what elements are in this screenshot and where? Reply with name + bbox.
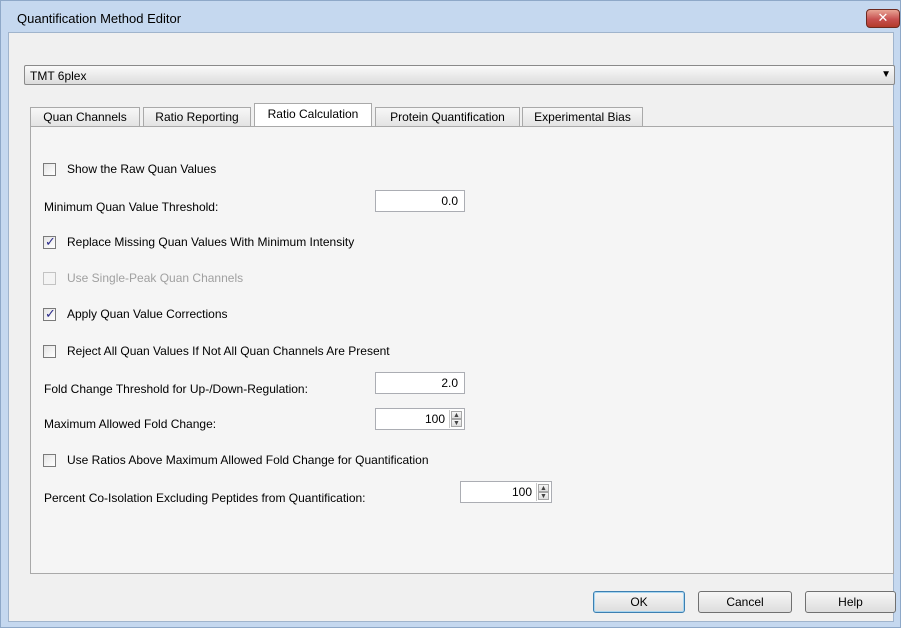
tab-experimental-bias[interactable]: Experimental Bias	[522, 107, 643, 126]
chevron-down-icon: ▼	[881, 69, 891, 80]
fold-threshold-label: Fold Change Threshold for Up-/Down-Regul…	[44, 382, 308, 396]
max-fold-value: 100	[424, 412, 445, 426]
co-isolation-spin[interactable]: ▲ ▼	[536, 483, 550, 501]
fold-threshold-input[interactable]: 2.0	[375, 372, 465, 394]
single-peak-checkbox	[43, 272, 56, 285]
tab-protein-quantification[interactable]: Protein Quantification	[375, 107, 520, 126]
spin-down-icon[interactable]: ▼	[538, 492, 549, 500]
co-isolation-stepper[interactable]: 100 ▲ ▼	[460, 481, 552, 503]
ok-button[interactable]: OK	[593, 591, 685, 613]
spin-down-icon[interactable]: ▼	[451, 419, 462, 427]
method-select[interactable]: TMT 6plex ▼	[24, 65, 895, 85]
replace-missing-checkbox[interactable]	[43, 234, 56, 250]
min-threshold-label: Minimum Quan Value Threshold:	[44, 200, 219, 214]
min-threshold-input[interactable]: 0.0	[375, 190, 465, 212]
title-bar[interactable]: Quantification Method Editor ✕	[1, 1, 900, 31]
show-raw-label: Show the Raw Quan Values	[67, 162, 217, 176]
method-select-value: TMT 6plex	[30, 69, 87, 83]
show-raw-checkbox[interactable]	[43, 163, 56, 176]
use-ratios-above-checkbox[interactable]	[43, 454, 56, 467]
help-button[interactable]: Help	[805, 591, 896, 613]
tab-ratio-calculation[interactable]: Ratio Calculation	[254, 103, 372, 126]
tab-quan-channels[interactable]: Quan Channels	[30, 107, 140, 126]
apply-corrections-checkbox[interactable]	[43, 306, 56, 322]
co-isolation-label: Percent Co-Isolation Excluding Peptides …	[44, 491, 366, 505]
dialog-window: Quantification Method Editor ✕ TMT 6plex…	[0, 0, 901, 628]
tab-panel-ratio-calculation: Show the Raw Quan Values Minimum Quan Va…	[30, 126, 894, 574]
tab-ratio-reporting[interactable]: Ratio Reporting	[143, 107, 251, 126]
reject-all-checkbox[interactable]	[43, 345, 56, 358]
single-peak-label: Use Single-Peak Quan Channels	[67, 271, 244, 285]
spin-up-icon[interactable]: ▲	[451, 411, 462, 419]
replace-missing-label: Replace Missing Quan Values With Minimum…	[67, 235, 355, 249]
close-icon: ✕	[877, 10, 889, 25]
cancel-button[interactable]: Cancel	[698, 591, 792, 613]
apply-corrections-label: Apply Quan Value Corrections	[67, 307, 228, 321]
max-fold-stepper[interactable]: 100 ▲ ▼	[375, 408, 465, 430]
window-title: Quantification Method Editor	[17, 11, 182, 26]
reject-all-label: Reject All Quan Values If Not All Quan C…	[67, 344, 390, 358]
close-button[interactable]: ✕	[866, 9, 900, 28]
use-ratios-above-label: Use Ratios Above Maximum Allowed Fold Ch…	[67, 453, 429, 467]
spin-up-icon[interactable]: ▲	[538, 484, 549, 492]
max-fold-spin[interactable]: ▲ ▼	[449, 410, 463, 428]
max-fold-label: Maximum Allowed Fold Change:	[44, 417, 217, 431]
co-isolation-value: 100	[511, 485, 532, 499]
